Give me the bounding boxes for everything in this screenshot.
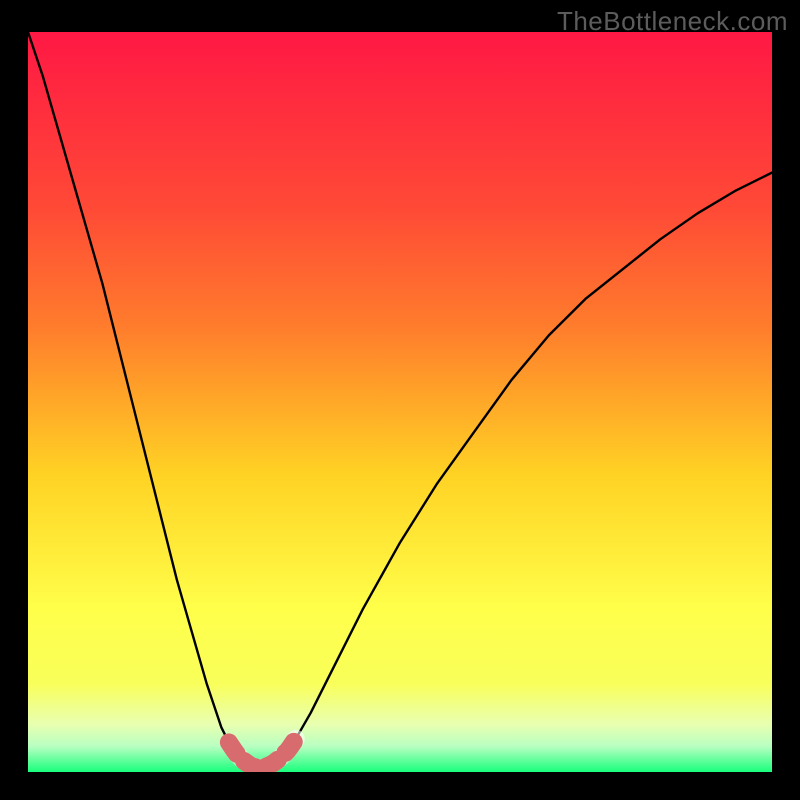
bottleneck-chart-svg xyxy=(28,32,772,772)
chart-container: TheBottleneck.com xyxy=(0,0,800,800)
bottleneck-curve-plot xyxy=(28,32,772,772)
